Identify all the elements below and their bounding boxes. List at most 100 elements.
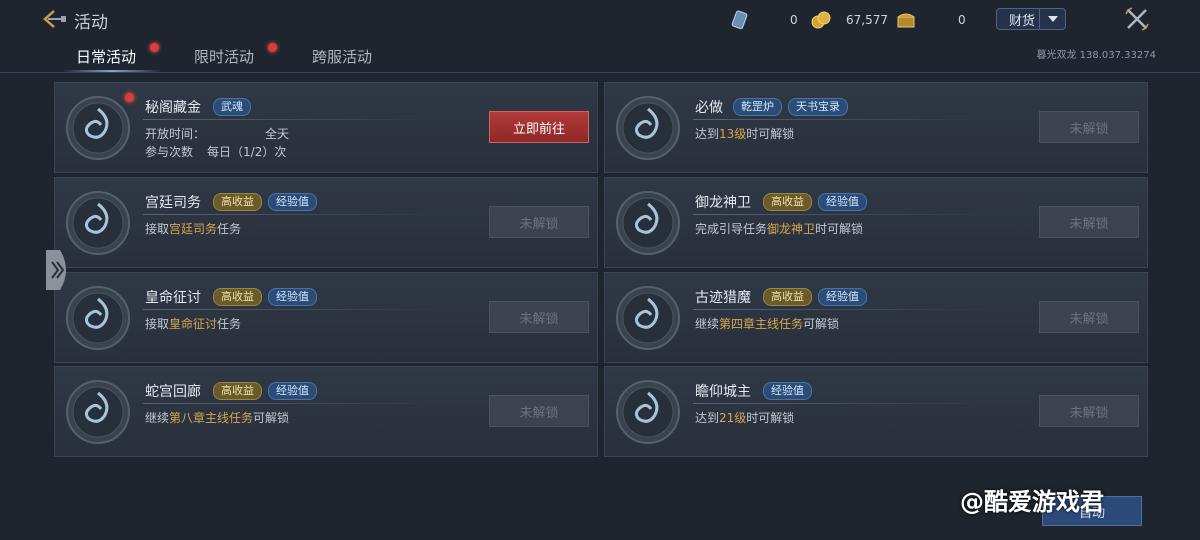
go-now-button[interactable]: 立即前往: [489, 111, 589, 143]
treasure-chest-icon: [896, 10, 916, 30]
title-underline: [693, 119, 993, 120]
title-underline: [143, 119, 443, 120]
title-underline: [143, 403, 443, 404]
server-info: 暮光双龙 138.037.33274: [1036, 50, 1156, 61]
activity-name: 瞻仰城主: [695, 384, 751, 400]
lord-emblem-icon: [615, 379, 681, 445]
activity-card[interactable]: 宫廷司务 高收益 经验值接取宫廷司务任务 未解锁: [54, 177, 598, 268]
open-time-value: 全天: [265, 127, 290, 141]
condition-highlight: 宫廷司务: [169, 222, 218, 236]
condition-prefix: 接取: [145, 222, 170, 236]
tag-group: 高收益 经验值: [213, 382, 317, 400]
tab-bar: 日常活动 限时活动 跨服活动: [0, 40, 1200, 72]
unlock-condition: 达到13级时可解锁: [695, 125, 794, 142]
tab-cross-server[interactable]: 跨服活动: [312, 46, 372, 72]
back-icon[interactable]: [40, 8, 68, 30]
activity-tag: 高收益: [213, 193, 262, 211]
watermark-text: @酷爱游戏君: [960, 488, 1104, 516]
activity-tag: 高收益: [213, 382, 262, 400]
activity-card[interactable]: 必做 乾罡炉 天书宝录 达到13级时可解锁 未解锁: [604, 82, 1148, 173]
condition-suffix: 可解锁: [253, 411, 290, 425]
activity-name: 古迹猎魔: [695, 290, 751, 306]
unlock-condition: 完成引导任务御龙神卫时可解锁: [695, 220, 863, 237]
activity-tag: 高收益: [213, 288, 262, 306]
participation-row: 参与次数 每日（1/2）次: [145, 143, 286, 160]
tab-daily-label: 日常活动: [76, 48, 137, 66]
condition-highlight: 御龙神卫: [767, 222, 816, 236]
ticket-resource: [730, 10, 750, 30]
serpent-emblem-icon: [65, 379, 131, 445]
expand-arrow-icon[interactable]: [46, 250, 72, 290]
activity-list[interactable]: 秘阁藏金 武魂 开放时间： 全天 参与次数 每日（1/2）次 立即前往 必做 乾罡炉 天书宝录 达到…: [54, 82, 1148, 478]
activity-name: 御龙神卫: [695, 195, 751, 211]
locked-button: 未解锁: [489, 206, 589, 238]
tag-group: 武魂: [213, 98, 251, 116]
locked-button: 未解锁: [1039, 301, 1139, 333]
locked-button: 未解锁: [1039, 395, 1139, 427]
palace-emblem-icon: [65, 190, 131, 256]
condition-prefix: 达到: [695, 127, 720, 141]
title-underline: [143, 309, 443, 310]
activity-tag: 天书宝录: [788, 98, 848, 116]
condition-highlight: 21级: [719, 411, 747, 425]
vortex-emblem-icon: [65, 95, 131, 161]
tab-cross-server-label: 跨服活动: [312, 48, 373, 66]
notification-dot: [150, 43, 159, 52]
chest-resource: [896, 10, 916, 30]
close-icon[interactable]: [1124, 6, 1150, 32]
unlock-condition: 继续第四章主线任务可解锁: [695, 315, 839, 332]
activity-tag: 经验值: [818, 193, 867, 211]
activity-tag: 经验值: [268, 193, 317, 211]
tab-daily[interactable]: 日常活动: [76, 43, 159, 72]
unlock-condition: 接取皇命征讨任务: [145, 315, 241, 332]
tab-limited[interactable]: 限时活动: [194, 43, 277, 72]
unlock-condition: 接取宫廷司务任务: [145, 220, 241, 237]
condition-prefix: 完成引导任务: [695, 222, 768, 236]
condition-suffix: 时可解锁: [815, 222, 864, 236]
title-underline: [143, 214, 443, 215]
activity-card[interactable]: 皇命征讨 高收益 经验值接取皇命征讨任务 未解锁: [54, 272, 598, 363]
activity-card[interactable]: 古迹猎魔 高收益 经验值继续第四章主线任务可解锁 未解锁: [604, 272, 1148, 363]
participation-value: 每日（1/2）次: [207, 145, 287, 159]
condition-highlight: 第八章主线任务: [169, 411, 254, 425]
activity-tag: 乾罡炉: [733, 98, 782, 116]
tag-group: 高收益 经验值: [213, 193, 317, 211]
activity-card[interactable]: 秘阁藏金 武魂 开放时间： 全天参与次数 每日（1/2）次 立即前往: [54, 82, 598, 173]
condition-highlight: 第四章主线任务: [719, 317, 804, 331]
wealth-dropdown[interactable]: 财货: [996, 8, 1066, 30]
activity-card[interactable]: 瞻仰城主 经验值 达到21级时可解锁 未解锁: [604, 366, 1148, 457]
locked-button: 未解锁: [1039, 206, 1139, 238]
divider: [0, 72, 1200, 73]
condition-prefix: 继续: [695, 317, 720, 331]
open-time-label: 开放时间：: [145, 127, 206, 141]
gold-value: 67,577: [846, 13, 888, 27]
activity-tag: 经验值: [763, 382, 812, 400]
beast-emblem-icon: [615, 285, 681, 351]
activity-card[interactable]: 御龙神卫 高收益 经验值 完成引导任务御龙神卫时可解锁 未解锁: [604, 177, 1148, 268]
title-underline: [693, 309, 993, 310]
condition-suffix: 时可解锁: [746, 127, 795, 141]
open-time-row: 开放时间： 全天: [145, 125, 289, 142]
activity-name: 秘阁藏金: [145, 100, 201, 116]
condition-suffix: 可解锁: [803, 317, 840, 331]
activity-tag: 武魂: [213, 98, 251, 116]
notification-dot: [125, 93, 134, 102]
tag-group: 高收益 经验值: [213, 288, 317, 306]
notification-dot: [268, 43, 277, 52]
tab-limited-label: 限时活动: [194, 48, 255, 66]
chest-value: 0: [958, 13, 966, 27]
participation-label: 参与次数: [145, 145, 194, 159]
tag-group: 高收益 经验值: [763, 288, 867, 306]
tag-group: 高收益 经验值: [763, 193, 867, 211]
activity-tag: 经验值: [268, 382, 317, 400]
ticket-value: 0: [790, 13, 798, 27]
title-underline: [693, 403, 993, 404]
locked-button: 未解锁: [489, 395, 589, 427]
condition-highlight: 皇命征讨: [169, 317, 218, 331]
locked-button: 未解锁: [489, 301, 589, 333]
chest-value-wrap: 0: [958, 10, 966, 30]
activity-card[interactable]: 蛇宫回廊 高收益 经验值 继续第八章主线任务可解锁 未解锁: [54, 366, 598, 457]
top-bar: 活动 0 67,577 0 财货: [0, 0, 1200, 40]
condition-prefix: 继续: [145, 411, 170, 425]
condition-suffix: 任务: [217, 222, 242, 236]
